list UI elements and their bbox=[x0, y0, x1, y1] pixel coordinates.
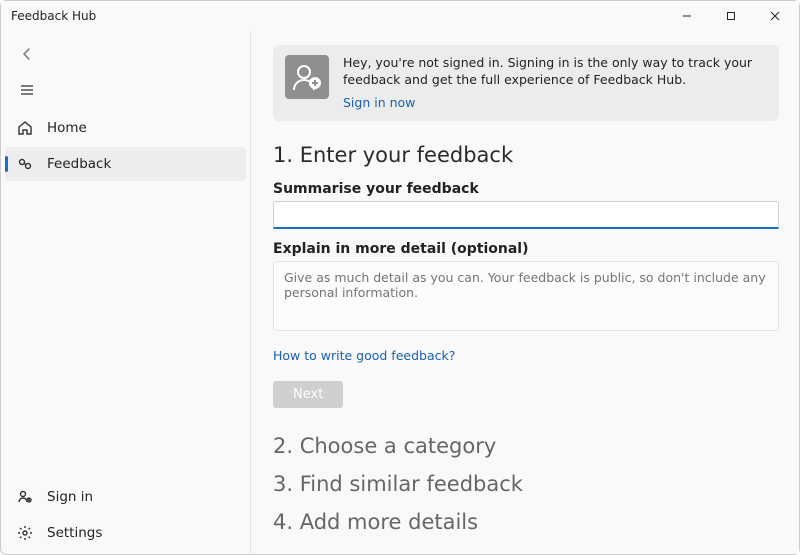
sidebar-item-label: Home bbox=[47, 120, 87, 136]
app-body: Home Feedback Sign in bbox=[1, 31, 799, 554]
step-4-heading: 4. Add more details bbox=[273, 510, 779, 534]
banner-body: Hey, you're not signed in. Signing in is… bbox=[343, 55, 767, 111]
detail-textarea[interactable] bbox=[273, 261, 779, 331]
step-3-heading: 3. Find similar feedback bbox=[273, 472, 779, 496]
sidebar-item-settings[interactable]: Settings bbox=[5, 516, 246, 550]
home-icon bbox=[17, 120, 33, 136]
content-area[interactable]: Hey, you're not signed in. Signing in is… bbox=[251, 31, 799, 554]
sidebar: Home Feedback Sign in bbox=[1, 31, 251, 554]
person-icon bbox=[17, 489, 33, 505]
sidebar-item-home[interactable]: Home bbox=[5, 111, 246, 145]
nav-toggle-button[interactable] bbox=[5, 73, 246, 107]
gear-icon bbox=[17, 525, 33, 541]
step-2-heading: 2. Choose a category bbox=[273, 434, 779, 458]
maximize-button[interactable] bbox=[709, 1, 753, 31]
nav-footer: Sign in Settings bbox=[5, 480, 246, 550]
banner-person-add-icon bbox=[285, 55, 329, 99]
nav-list: Home Feedback bbox=[5, 111, 246, 181]
summary-label: Summarise your feedback bbox=[273, 181, 779, 197]
back-button[interactable] bbox=[5, 37, 246, 71]
signin-banner: Hey, you're not signed in. Signing in is… bbox=[273, 45, 779, 121]
summary-input[interactable] bbox=[273, 201, 779, 229]
banner-signin-link[interactable]: Sign in now bbox=[343, 95, 415, 110]
sidebar-spacer bbox=[5, 181, 246, 480]
sidebar-item-label: Settings bbox=[47, 525, 102, 541]
minimize-button[interactable] bbox=[665, 1, 709, 31]
titlebar: Feedback Hub bbox=[1, 1, 799, 31]
banner-message: Hey, you're not signed in. Signing in is… bbox=[343, 55, 767, 89]
next-button[interactable]: Next bbox=[273, 381, 343, 408]
window-controls bbox=[665, 1, 797, 31]
feedback-icon bbox=[17, 156, 33, 172]
step-1-heading: 1. Enter your feedback bbox=[273, 143, 779, 167]
sidebar-item-label: Feedback bbox=[47, 156, 111, 172]
app-window: Feedback Hub bbox=[0, 0, 800, 555]
sidebar-item-signin[interactable]: Sign in bbox=[5, 480, 246, 514]
help-link[interactable]: How to write good feedback? bbox=[273, 348, 455, 363]
detail-label: Explain in more detail (optional) bbox=[273, 241, 779, 257]
window-title: Feedback Hub bbox=[11, 9, 96, 23]
close-button[interactable] bbox=[753, 1, 797, 31]
sidebar-item-label: Sign in bbox=[47, 489, 93, 505]
sidebar-item-feedback[interactable]: Feedback bbox=[5, 147, 246, 181]
